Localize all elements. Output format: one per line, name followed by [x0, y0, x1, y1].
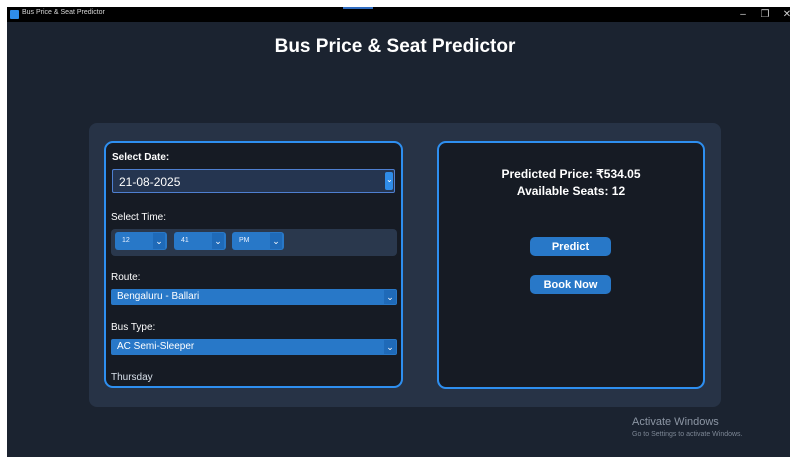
route-select[interactable]: Bengaluru - Ballari ⌄ — [111, 289, 397, 305]
bus-type-label: Bus Type: — [111, 322, 156, 333]
title-accent-bar — [343, 7, 373, 9]
date-picker[interactable]: 21-08-2025 ⌄ — [112, 169, 395, 193]
route-value: Bengaluru - Ballari — [117, 291, 200, 302]
day-of-week: Thursday — [111, 372, 153, 383]
activate-windows-title: Activate Windows — [632, 416, 719, 428]
title-bar: Bus Price & Seat Predictor – ❐ ✕ — [7, 7, 790, 22]
predict-button[interactable]: Predict — [530, 237, 611, 256]
route-label: Route: — [111, 272, 141, 283]
bus-type-select[interactable]: AC Semi-Sleeper ⌄ — [111, 339, 397, 355]
bus-type-value: AC Semi-Sleeper — [117, 341, 195, 352]
ampm-select[interactable]: PM ⌄ — [232, 232, 284, 250]
activate-windows-subtitle: Go to Settings to activate Windows. — [632, 431, 743, 438]
chevron-down-icon: ⌄ — [386, 175, 393, 184]
date-value: 21-08-2025 — [119, 175, 181, 189]
predicted-price: Predicted Price: ₹534.05 — [501, 167, 641, 181]
time-selector: 12 ⌄ 41 ⌄ PM ⌄ — [111, 229, 397, 256]
minute-select[interactable]: 41 ⌄ — [174, 232, 226, 250]
window-title: Bus Price & Seat Predictor — [22, 9, 105, 16]
chevron-down-icon: ⌄ — [384, 290, 396, 304]
maximize-button[interactable]: ❐ — [754, 7, 776, 22]
chevron-down-icon: ⌄ — [384, 340, 396, 354]
hour-select[interactable]: 12 ⌄ — [115, 232, 167, 250]
chevron-down-icon: ⌄ — [212, 233, 224, 249]
app-icon — [10, 10, 19, 19]
ampm-value: PM — [239, 237, 250, 244]
chevron-down-icon: ⌄ — [153, 233, 165, 249]
date-label: Select Date: — [112, 152, 170, 163]
hour-value: 12 — [122, 237, 130, 244]
date-dropdown-button[interactable]: ⌄ — [385, 172, 393, 190]
time-label: Select Time: — [111, 212, 167, 223]
minute-value: 41 — [181, 237, 189, 244]
page-title: Bus Price & Seat Predictor — [274, 36, 516, 57]
close-button[interactable]: ✕ — [776, 7, 790, 22]
minimize-button[interactable]: – — [732, 7, 754, 22]
chevron-down-icon: ⌄ — [270, 233, 282, 249]
book-now-button[interactable]: Book Now — [530, 275, 611, 294]
available-seats: Available Seats: 12 — [516, 184, 626, 198]
